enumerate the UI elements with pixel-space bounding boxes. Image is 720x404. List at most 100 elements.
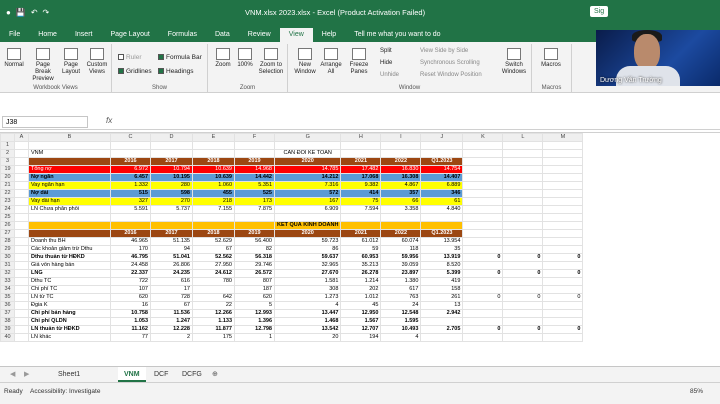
cell[interactable]: Giá vốn hàng bán <box>28 261 111 270</box>
accessibility-status[interactable]: Accessibility: Investigate <box>30 388 100 395</box>
cell[interactable]: 66 <box>380 197 422 206</box>
row-header[interactable]: 34 <box>0 285 15 294</box>
cell[interactable] <box>14 301 29 310</box>
cell[interactable]: LN từ TC <box>28 293 111 302</box>
row-header[interactable]: 30 <box>0 253 15 262</box>
cell[interactable]: 67 <box>150 301 193 310</box>
cell[interactable] <box>502 205 544 214</box>
cell[interactable]: 642 <box>192 293 235 302</box>
cell[interactable]: Tổng nợ <box>28 165 111 174</box>
cell[interactable]: 346 <box>420 189 464 198</box>
tab-view[interactable]: View <box>279 28 313 42</box>
cell[interactable]: 598 <box>150 189 193 198</box>
cell[interactable] <box>542 309 584 318</box>
cell[interactable] <box>502 189 544 198</box>
cell[interactable] <box>28 229 111 238</box>
cell[interactable] <box>542 197 584 206</box>
arrange-all-button[interactable]: Arrange All <box>318 48 344 76</box>
cell[interactable]: 13.919 <box>420 253 464 262</box>
cell[interactable]: 1.332 <box>110 181 151 190</box>
formula-bar-checkbox[interactable]: Formula Bar <box>158 54 202 61</box>
cell[interactable] <box>14 157 29 166</box>
sheet-tab-dcf[interactable]: DCF <box>148 367 174 382</box>
row-header[interactable]: 23 <box>0 197 15 206</box>
cell[interactable]: 617 <box>380 285 422 294</box>
row-header[interactable]: 39 <box>0 325 15 334</box>
sign-in-button[interactable]: Sig <box>590 6 609 17</box>
row-header[interactable]: 31 <box>0 261 15 270</box>
cell[interactable] <box>14 309 29 318</box>
cell[interactable]: 357 <box>380 189 422 198</box>
cell[interactable]: 2022 <box>380 157 422 166</box>
cell[interactable]: 27.670 <box>273 269 342 278</box>
cell[interactable]: 419 <box>420 277 464 286</box>
cell[interactable]: 455 <box>192 189 235 198</box>
cell[interactable]: 13.954 <box>420 237 464 246</box>
cell[interactable] <box>462 157 504 166</box>
cell[interactable] <box>462 181 504 190</box>
row-header[interactable]: 1 <box>0 141 15 150</box>
cell[interactable]: 16.308 <box>380 173 422 182</box>
cell[interactable]: VNM <box>28 149 111 158</box>
cell[interactable] <box>542 213 584 222</box>
cell[interactable]: 26.572 <box>234 269 275 278</box>
cell[interactable]: 32.965 <box>273 261 342 270</box>
cell[interactable]: 202 <box>340 285 382 294</box>
cell[interactable]: 35 <box>420 245 464 254</box>
normal-view-button[interactable]: Normal <box>3 48 25 69</box>
cell[interactable]: 10.639 <box>192 173 235 182</box>
cell[interactable] <box>542 165 584 174</box>
cell[interactable] <box>502 221 544 230</box>
cell[interactable]: 1.133 <box>192 317 235 326</box>
cell[interactable] <box>14 165 29 174</box>
cell[interactable]: 13.447 <box>273 309 342 318</box>
cell[interactable] <box>462 213 504 222</box>
tab-help[interactable]: Help <box>313 28 345 42</box>
column-header[interactable]: L <box>502 133 544 142</box>
cell[interactable]: Các khoản giảm trừ Dthu <box>28 245 111 254</box>
cell[interactable]: 52.629 <box>192 237 235 246</box>
cell[interactable]: 1.468 <box>273 317 342 326</box>
cell[interactable]: Chi phí TC <box>28 285 111 294</box>
cell[interactable]: CÂN ĐỐI KẾ TOÁN <box>273 149 342 158</box>
cell[interactable] <box>340 149 382 158</box>
cell[interactable]: 12.266 <box>192 309 235 318</box>
cell[interactable]: 12.950 <box>340 309 382 318</box>
cell[interactable]: 2.705 <box>420 325 464 334</box>
cell[interactable] <box>462 317 504 326</box>
cell[interactable]: 7.155 <box>192 205 235 214</box>
cell[interactable] <box>14 197 29 206</box>
cell[interactable]: 67 <box>192 245 235 254</box>
cell[interactable] <box>542 285 584 294</box>
cell[interactable]: 261 <box>420 293 464 302</box>
cell[interactable] <box>28 213 111 222</box>
cell[interactable]: 327 <box>110 197 151 206</box>
cell[interactable]: KẾT QUẢ KINH DOANH <box>273 221 342 230</box>
row-header[interactable]: 33 <box>0 277 15 286</box>
new-window-button[interactable]: New Window <box>292 48 318 76</box>
cell[interactable]: 29.746 <box>234 261 275 270</box>
cell[interactable]: 6.457 <box>110 173 151 182</box>
add-sheet-icon[interactable]: ⊕ <box>206 367 224 382</box>
redo-icon[interactable]: ↷ <box>43 8 50 17</box>
cell[interactable]: 780 <box>192 277 235 286</box>
cell[interactable] <box>420 333 464 342</box>
cell[interactable] <box>110 213 151 222</box>
cell[interactable]: 56.318 <box>234 253 275 262</box>
cell[interactable] <box>462 277 504 286</box>
cell[interactable] <box>542 333 584 342</box>
column-header[interactable]: D <box>150 133 193 142</box>
split-button[interactable]: Split <box>380 48 392 54</box>
cell[interactable]: 4.840 <box>420 205 464 214</box>
row-header[interactable]: 20 <box>0 173 15 182</box>
cell[interactable] <box>462 261 504 270</box>
cell[interactable]: 26.806 <box>150 261 193 270</box>
cell[interactable] <box>14 173 29 182</box>
cell[interactable]: 1.380 <box>380 277 422 286</box>
cell[interactable]: LN Chưa phân phối <box>28 205 111 214</box>
cell[interactable] <box>14 261 29 270</box>
cell[interactable] <box>462 229 504 238</box>
cell[interactable]: 414 <box>340 189 382 198</box>
cell[interactable]: Chi phí bán hàng <box>28 309 111 318</box>
cell[interactable]: 0 <box>462 269 504 278</box>
